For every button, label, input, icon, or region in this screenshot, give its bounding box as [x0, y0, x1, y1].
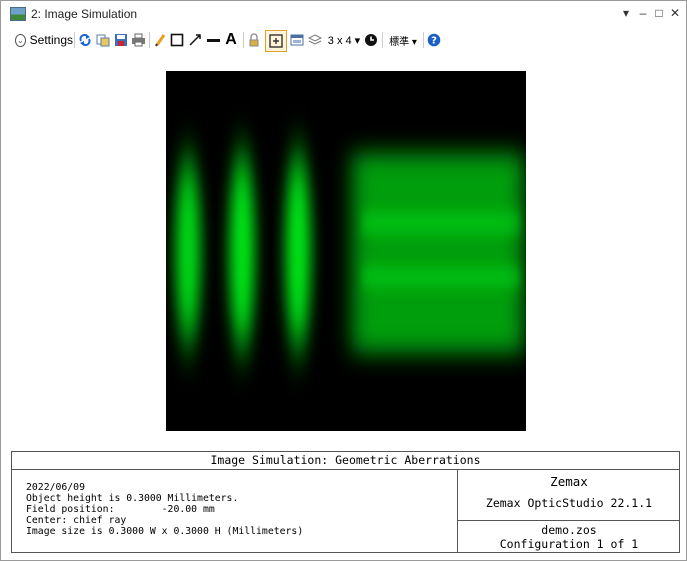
maximize-button[interactable]: □	[651, 4, 667, 22]
title-bar: 2: Image Simulation ▾ – □ ✕	[1, 1, 686, 27]
copy-icon[interactable]	[95, 31, 111, 49]
arrow-icon[interactable]	[187, 31, 203, 49]
minimize-button[interactable]: –	[635, 4, 651, 22]
info-line: 2022/06/09	[26, 482, 85, 493]
file-block: demo.zos Configuration 1 of 1	[458, 521, 680, 552]
text-icon[interactable]: A	[223, 31, 239, 49]
plot-title: Image Simulation: Geometric Aberrations	[12, 452, 679, 470]
save-icon[interactable]	[113, 31, 129, 49]
brand-block: Zemax Zemax OpticStudio 22.1.1	[458, 470, 680, 521]
toolbar: ⌄ Settings A 3 x 4 ▾ 標準 ▾ ?	[1, 27, 686, 53]
app-icon	[10, 7, 26, 21]
close-button[interactable]: ✕	[667, 4, 683, 22]
layers-icon[interactable]	[307, 31, 323, 49]
standard-dropdown[interactable]: 標準 ▾	[386, 31, 420, 49]
window-layout-icon[interactable]	[289, 31, 305, 49]
image-simulation-window: 2: Image Simulation ▾ – □ ✕ ⌄ Settings A…	[0, 0, 687, 561]
info-line: Object height is 0.3000 Millimeters.	[26, 493, 239, 504]
chevron-down-icon: ⌄	[15, 33, 26, 47]
pencil-icon[interactable]	[153, 31, 167, 49]
window-title: 2: Image Simulation	[31, 7, 138, 21]
info-line: Field position: -20.00 mm	[26, 504, 215, 515]
grid-layout-dropdown[interactable]: 3 x 4 ▾	[327, 31, 361, 49]
fit-window-icon[interactable]	[265, 30, 287, 52]
window-menu-button[interactable]: ▾	[618, 4, 634, 22]
clock-icon[interactable]	[364, 31, 378, 49]
print-icon[interactable]	[130, 31, 146, 49]
settings-button[interactable]: ⌄ Settings	[15, 31, 73, 49]
info-panel: Image Simulation: Geometric Aberrations …	[11, 451, 680, 553]
rectangle-icon[interactable]	[169, 31, 185, 49]
line-icon[interactable]	[205, 31, 221, 49]
info-line: Image size is 0.3000 W x 0.3000 H (Milli…	[26, 526, 304, 537]
product-version: Zemax OpticStudio 22.1.1	[485, 496, 653, 510]
info-line: Center: chief ray	[26, 515, 127, 526]
brand-name: Zemax	[550, 474, 588, 489]
svg-text:?: ?	[431, 36, 437, 47]
settings-label: Settings	[29, 33, 73, 47]
file-name: demo.zos	[541, 523, 597, 537]
simulation-image	[166, 71, 526, 431]
help-icon[interactable]: ?	[426, 31, 442, 49]
refresh-icon[interactable]	[78, 31, 92, 49]
configuration-label: Configuration 1 of 1	[499, 537, 639, 551]
info-right-block: Zemax Zemax OpticStudio 22.1.1 demo.zos …	[457, 470, 680, 552]
info-details: 2022/06/09 Object height is 0.3000 Millim…	[26, 482, 303, 537]
lock-icon[interactable]	[247, 31, 261, 49]
